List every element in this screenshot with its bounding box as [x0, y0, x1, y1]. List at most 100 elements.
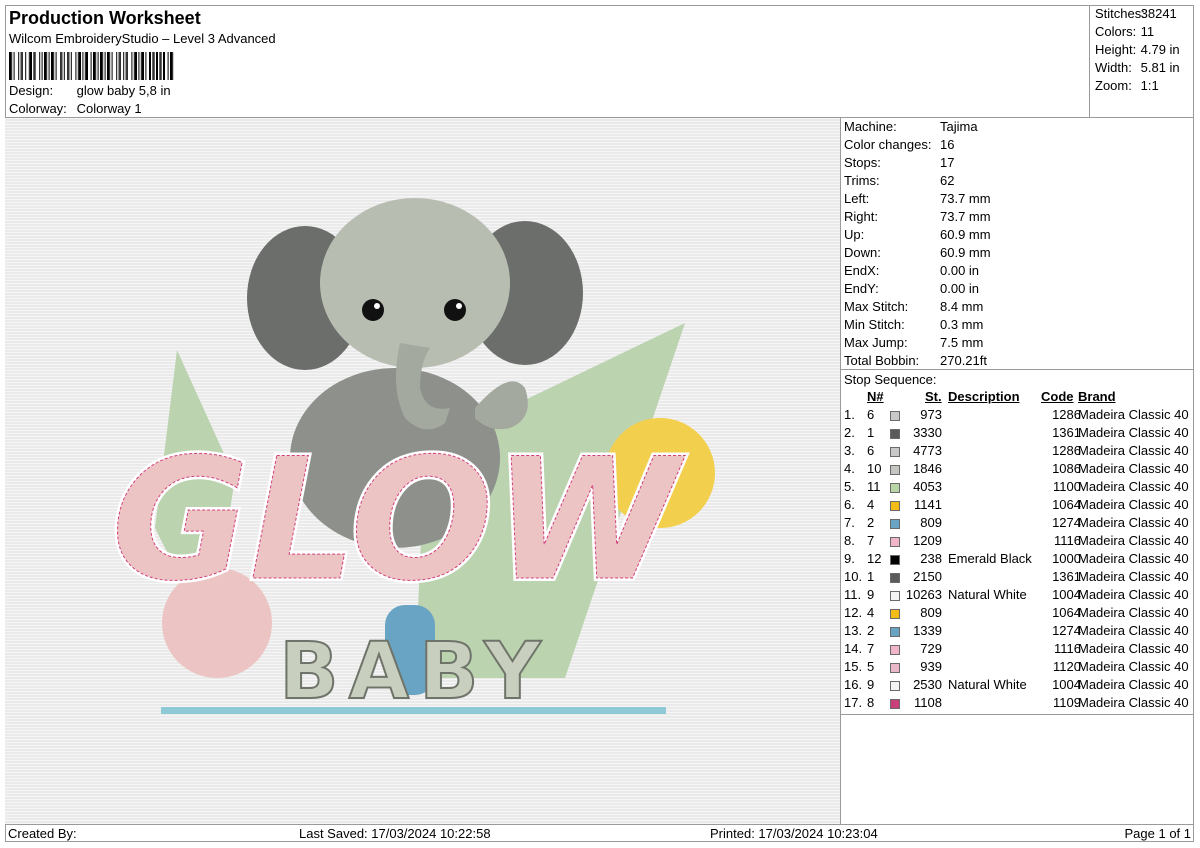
thread-code: 1274: [1052, 515, 1081, 530]
color-swatch: [890, 699, 900, 709]
barcode: [9, 52, 174, 80]
section-divider: [841, 714, 1194, 715]
col-code-header: Code: [1041, 389, 1074, 404]
machine-info-value: 60.9 mm: [940, 227, 991, 242]
summary-value: 38241: [1140, 6, 1177, 21]
thread-brand: Madeira Classic 40: [1078, 623, 1189, 638]
machine-info-row: Color changes: 16: [844, 137, 954, 155]
row-index: 1.: [844, 407, 855, 422]
summary-value: 11: [1140, 24, 1155, 39]
color-swatch: [890, 483, 900, 493]
needle-number: 10: [867, 461, 882, 476]
table-row: 5. 11 4053 1100 Madeira Classic 40: [841, 479, 1194, 497]
machine-info-label: Color changes:: [844, 137, 932, 152]
summary-colors: Colors: 11: [1095, 24, 1154, 39]
needle-number: 1: [867, 569, 875, 584]
row-index: 12.: [844, 605, 863, 620]
summary-label: Stitches:: [1095, 6, 1145, 21]
machine-info-label: Up:: [844, 227, 865, 242]
machine-info-value: 7.5 mm: [940, 335, 984, 350]
stitch-count: 809: [920, 605, 942, 620]
design-label: Design:: [9, 83, 54, 98]
row-index: 16.: [844, 677, 863, 692]
thread-brand: Madeira Classic 40: [1078, 659, 1189, 674]
table-row: 14. 7 729 1116 Madeira Classic 40: [841, 641, 1194, 659]
summary-value: 4.79 in: [1140, 42, 1180, 57]
summary-value: 5.81 in: [1140, 60, 1180, 75]
machine-info-row: EndY: 0.00 in: [844, 281, 979, 299]
thread-brand: Madeira Classic 40: [1078, 587, 1189, 602]
machine-info-row: Down: 60.9 mm: [844, 245, 991, 263]
thread-code: 1004: [1052, 587, 1081, 602]
colorway-row: Colorway: Colorway 1: [9, 101, 142, 116]
thread-brand: Madeira Classic 40: [1078, 515, 1189, 530]
thread-brand: Madeira Classic 40: [1078, 569, 1189, 584]
machine-info-value: 17: [940, 155, 955, 170]
needle-number: 8: [867, 695, 875, 710]
thread-code: 1274: [1052, 623, 1081, 638]
stitch-count: 3330: [913, 425, 942, 440]
machine-info-label: Right:: [844, 209, 878, 224]
stitch-count: 729: [920, 641, 942, 656]
thread-code: 1064: [1052, 605, 1081, 620]
page-title: Production Worksheet: [9, 8, 201, 28]
needle-number: 6: [867, 407, 875, 422]
summary-zoom: Zoom: 1:1: [1095, 78, 1159, 93]
stitch-count: 809: [920, 515, 942, 530]
row-index: 17.: [844, 695, 863, 710]
machine-info-label: Trims:: [844, 173, 880, 188]
row-index: 2.: [844, 425, 855, 440]
needle-number: 2: [867, 515, 875, 530]
thread-brand: Madeira Classic 40: [1078, 407, 1189, 422]
machine-info-value: 0.00 in: [940, 263, 980, 278]
elephant-head: [320, 198, 510, 368]
needle-number: 4: [867, 497, 875, 512]
machine-info-value: 16: [940, 137, 955, 152]
thread-brand: Madeira Classic 40: [1078, 641, 1189, 656]
machine-info-label: Left:: [844, 191, 870, 206]
machine-info-label: Stops:: [844, 155, 881, 170]
stitch-count: 1846: [913, 461, 942, 476]
needle-number: 5: [867, 659, 875, 674]
machine-info-row: Stops: 17: [844, 155, 954, 173]
table-row: 11. 9 10263 Natural White 1004 Madeira Classi…: [841, 587, 1194, 605]
table-row: 12. 4 809 1064 Madeira Classic 40: [841, 605, 1194, 623]
page-number: Page 1 of 1: [1124, 826, 1192, 841]
design-row: Design: glow baby 5,8 in: [9, 83, 171, 98]
summary-value: 1:1: [1140, 78, 1159, 93]
thread-code: 1116: [1054, 533, 1081, 548]
table-row: 1. 6 973 1286 Madeira Classic 40: [841, 407, 1194, 425]
thread-brand: Madeira Classic 40: [1078, 497, 1189, 512]
summary-height: Height: 4.79 in: [1095, 42, 1180, 57]
last-saved: Last Saved: 17/03/2024 10:22:58: [299, 826, 491, 841]
thread-brand: Madeira Classic 40: [1078, 677, 1189, 692]
row-index: 15.: [844, 659, 863, 674]
needle-number: 6: [867, 443, 875, 458]
machine-info-row: Max Jump: 7.5 mm: [844, 335, 983, 353]
summary-width: Width: 5.81 in: [1095, 60, 1180, 75]
thread-brand: Madeira Classic 40: [1078, 605, 1189, 620]
col-description-header: Description: [948, 389, 1020, 404]
color-swatch: [890, 573, 900, 583]
underline-bar: [161, 707, 666, 714]
machine-info-value: 270.21ft: [940, 353, 987, 368]
thread-code: 1109: [1053, 695, 1081, 710]
row-index: 4.: [844, 461, 855, 476]
thread-description: Natural White: [948, 587, 1027, 602]
stitch-count: 4053: [913, 479, 942, 494]
stitch-count: 939: [920, 659, 942, 674]
summary-label: Zoom:: [1095, 78, 1132, 93]
color-swatch: [890, 627, 900, 637]
thread-code: 1086: [1052, 461, 1081, 476]
thread-description: Emerald Black: [948, 551, 1032, 566]
color-swatch: [890, 663, 900, 673]
machine-info-row: EndX: 0.00 in: [844, 263, 979, 281]
row-index: 7.: [844, 515, 855, 530]
row-index: 11.: [844, 587, 862, 602]
table-row: 13. 2 1339 1274 Madeira Classic 40: [841, 623, 1194, 641]
machine-info-value: 62: [940, 173, 955, 188]
color-swatch: [890, 465, 900, 475]
col-brand-header: Brand: [1078, 389, 1116, 404]
stitch-count: 2150: [913, 569, 942, 584]
machine-info-value: 0.00 in: [940, 281, 980, 296]
